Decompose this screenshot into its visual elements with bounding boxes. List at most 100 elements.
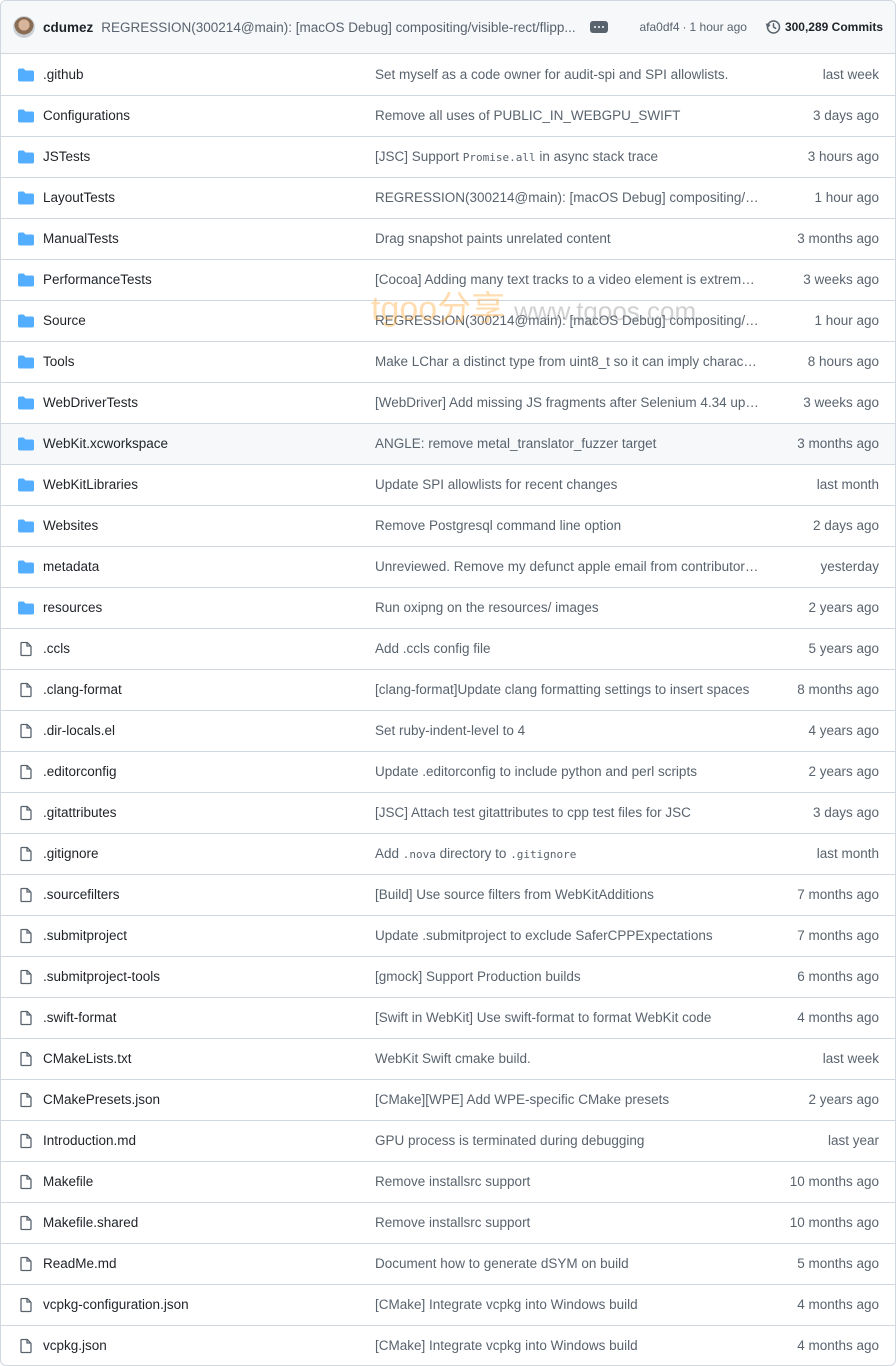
file-row[interactable]: .submitproject-tools [gmock] Support Prod…	[1, 957, 895, 998]
file-name-link[interactable]: .gitignore	[43, 846, 99, 861]
folder-name-link[interactable]: WebKitLibraries	[43, 477, 138, 492]
file-row[interactable]: .submitproject Update .submitproject to e…	[1, 916, 895, 957]
file-name-link[interactable]: vcpkg-configuration.json	[43, 1297, 189, 1312]
commit-message-link[interactable]: Drag snapshot paints unrelated content	[375, 231, 759, 246]
file-name-link[interactable]: ReadMe.md	[43, 1256, 117, 1271]
commits-history-link[interactable]: 300,289 Commits	[765, 19, 883, 35]
commit-message-link[interactable]: Run oxipng on the resources/ images	[375, 600, 759, 615]
file-row[interactable]: vcpkg.json [CMake] Integrate vcpkg into W…	[1, 1326, 895, 1365]
file-name-link[interactable]: .submitproject-tools	[43, 969, 160, 984]
commit-message-link[interactable]: Remove installsrc support	[375, 1215, 759, 1230]
commit-message-link[interactable]: Unreviewed. Remove my defunct apple emai…	[375, 559, 759, 574]
file-row[interactable]: Websites Remove Postgresql command line o…	[1, 506, 895, 547]
commit-message-link[interactable]: [WebDriver] Add missing JS fragments aft…	[375, 395, 759, 410]
commit-message-link[interactable]: Remove Postgresql command line option	[375, 518, 759, 533]
folder-name-link[interactable]: JSTests	[43, 149, 90, 164]
folder-name-link[interactable]: WebKit.xcworkspace	[43, 436, 168, 451]
commit-message-link[interactable]: Update .submitproject to exclude SaferCP…	[375, 928, 759, 943]
commit-message-link[interactable]: [Build] Use source filters from WebKitAd…	[375, 887, 759, 902]
commit-author[interactable]: cdumez	[43, 20, 93, 35]
folder-name-link[interactable]: Source	[43, 313, 86, 328]
commit-message-link[interactable]: [CMake] Integrate vcpkg into Windows bui…	[375, 1297, 759, 1312]
commit-message-link[interactable]: [JSC] Support Promise.all in async stack…	[375, 149, 759, 164]
author-avatar[interactable]	[13, 16, 35, 38]
commit-message-link[interactable]: [clang-format]Update clang formatting se…	[375, 682, 759, 697]
commit-message-link[interactable]: [CMake][WPE] Add WPE-specific CMake pres…	[375, 1092, 759, 1107]
file-row[interactable]: Makefile.shared Remove installsrc support…	[1, 1203, 895, 1244]
file-row[interactable]: ManualTests Drag snapshot paints unrelate…	[1, 219, 895, 260]
commit-message-link[interactable]: REGRESSION(300214@main): [macOS Debug] c…	[375, 313, 759, 328]
file-row[interactable]: CMakePresets.json [CMake][WPE] Add WPE-sp…	[1, 1080, 895, 1121]
file-row[interactable]: .gitignore Add .nova directory to .gitign…	[1, 834, 895, 875]
file-name-link[interactable]: .editorconfig	[43, 764, 117, 779]
file-row[interactable]: WebKitLibraries Update SPI allowlists for…	[1, 465, 895, 506]
folder-name-link[interactable]: ManualTests	[43, 231, 119, 246]
file-row[interactable]: PerformanceTests [Cocoa] Adding many text…	[1, 260, 895, 301]
commit-message-link[interactable]: [JSC] Attach test gitattributes to cpp t…	[375, 805, 759, 820]
folder-name-link[interactable]: WebDriverTests	[43, 395, 138, 410]
folder-name-link[interactable]: Websites	[43, 518, 98, 533]
commit-message-link[interactable]: REGRESSION(300214@main): [macOS Debug] c…	[375, 190, 759, 205]
file-row[interactable]: .ccls Add .ccls config file 5 years ago	[1, 629, 895, 670]
file-name-link[interactable]: .submitproject	[43, 928, 127, 943]
file-row[interactable]: .github Set myself as a code owner for au…	[1, 55, 895, 96]
file-row[interactable]: WebDriverTests [WebDriver] Add missing JS…	[1, 383, 895, 424]
file-name-link[interactable]: .dir-locals.el	[43, 723, 115, 738]
commit-sha[interactable]: afa0df4	[640, 20, 680, 34]
file-name-link[interactable]: vcpkg.json	[43, 1338, 107, 1353]
commit-message-link[interactable]: Document how to generate dSYM on build	[375, 1256, 759, 1271]
commit-message-link[interactable]: Update SPI allowlists for recent changes	[375, 477, 759, 492]
file-row[interactable]: .sourcefilters [Build] Use source filters…	[1, 875, 895, 916]
file-row[interactable]: Makefile Remove installsrc support 10 mont…	[1, 1162, 895, 1203]
file-row[interactable]: WebKit.xcworkspace ANGLE: remove metal_tr…	[1, 424, 895, 465]
file-row[interactable]: Configurations Remove all uses of PUBLIC_…	[1, 96, 895, 137]
folder-name-link[interactable]: PerformanceTests	[43, 272, 152, 287]
file-row[interactable]: Tools Make LChar a distinct type from uin…	[1, 342, 895, 383]
file-name-link[interactable]: .gitattributes	[43, 805, 117, 820]
file-row[interactable]: .editorconfig Update .editorconfig to inc…	[1, 752, 895, 793]
folder-name-link[interactable]: Configurations	[43, 108, 130, 123]
file-row[interactable]: .dir-locals.el Set ruby-indent-level to 4…	[1, 711, 895, 752]
file-name-link[interactable]: .sourcefilters	[43, 887, 120, 902]
commit-message-link[interactable]: GPU process is terminated during debuggi…	[375, 1133, 759, 1148]
file-name-link[interactable]: Introduction.md	[43, 1133, 136, 1148]
commit-message-link[interactable]: ANGLE: remove metal_translator_fuzzer ta…	[375, 436, 759, 451]
commit-message-link[interactable]: Add .ccls config file	[375, 641, 759, 656]
folder-name-link[interactable]: metadata	[43, 559, 99, 574]
file-name-link[interactable]: Makefile.shared	[43, 1215, 138, 1230]
commit-message-link[interactable]: [CMake] Integrate vcpkg into Windows bui…	[375, 1338, 759, 1353]
file-name-link[interactable]: .clang-format	[43, 682, 122, 697]
file-name-link[interactable]: CMakeLists.txt	[43, 1051, 132, 1066]
file-row[interactable]: vcpkg-configuration.json [CMake] Integrat…	[1, 1285, 895, 1326]
folder-name-link[interactable]: LayoutTests	[43, 190, 115, 205]
commit-message-link[interactable]: Add .nova directory to .gitignore	[375, 846, 759, 861]
commit-message-link[interactable]: Make LChar a distinct type from uint8_t …	[375, 354, 759, 369]
file-row[interactable]: .gitattributes [JSC] Attach test gitattri…	[1, 793, 895, 834]
file-name-link[interactable]: .ccls	[43, 641, 70, 656]
file-row[interactable]: resources Run oxipng on the resources/ im…	[1, 588, 895, 629]
commit-message-link[interactable]: WebKit Swift cmake build.	[375, 1051, 759, 1066]
file-row[interactable]: Introduction.md GPU process is terminated…	[1, 1121, 895, 1162]
commit-message-link[interactable]: Update .editorconfig to include python a…	[375, 764, 759, 779]
file-row[interactable]: .clang-format [clang-format]Update clang …	[1, 670, 895, 711]
file-row[interactable]: metadata Unreviewed. Remove my defunct ap…	[1, 547, 895, 588]
commit-message-link[interactable]: Set ruby-indent-level to 4	[375, 723, 759, 738]
folder-name-link[interactable]: Tools	[43, 354, 75, 369]
commit-message-link[interactable]: [Cocoa] Adding many text tracks to a vid…	[375, 272, 759, 287]
folder-name-link[interactable]: .github	[43, 67, 84, 82]
expand-commit-ellipsis-icon[interactable]	[589, 21, 608, 33]
file-name-link[interactable]: .swift-format	[43, 1010, 117, 1025]
commit-message-link[interactable]: [gmock] Support Production builds	[375, 969, 759, 984]
commit-message-link[interactable]: Set myself as a code owner for audit-spi…	[375, 67, 759, 82]
commit-message-link[interactable]: Remove installsrc support	[375, 1174, 759, 1189]
file-row[interactable]: Source REGRESSION(300214@main): [macOS De…	[1, 301, 895, 342]
file-name-link[interactable]: CMakePresets.json	[43, 1092, 160, 1107]
file-row[interactable]: ReadMe.md Document how to generate dSYM o…	[1, 1244, 895, 1285]
file-row[interactable]: LayoutTests REGRESSION(300214@main): [mac…	[1, 178, 895, 219]
commit-message-link[interactable]: [Swift in WebKit] Use swift-format to fo…	[375, 1010, 759, 1025]
file-name-link[interactable]: Makefile	[43, 1174, 93, 1189]
file-row[interactable]: JSTests [JSC] Support Promise.all in asyn…	[1, 137, 895, 178]
folder-name-link[interactable]: resources	[43, 600, 102, 615]
file-row[interactable]: .swift-format [Swift in WebKit] Use swift…	[1, 998, 895, 1039]
file-row[interactable]: CMakeLists.txt WebKit Swift cmake build. l…	[1, 1039, 895, 1080]
